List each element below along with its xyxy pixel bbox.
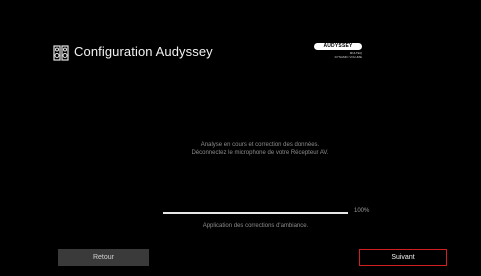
status-message: Analyse en cours et correction des donné… — [100, 141, 420, 157]
progress-fill — [163, 212, 348, 214]
next-button[interactable]: Suivant — [359, 249, 447, 266]
back-button[interactable]: Retour — [58, 249, 149, 266]
audyssey-badge: AUDYSSEY — [314, 43, 362, 50]
progress-bar — [163, 212, 348, 214]
page-title: Configuration Audyssey — [74, 44, 213, 59]
progress-percent: 100% — [354, 208, 370, 214]
speaker-pair-icon — [53, 45, 69, 61]
status-message-line-1: Analyse en cours et correction des donné… — [200, 142, 320, 148]
logo-subtitle-2: DYNAMIC VOLUME — [334, 55, 362, 59]
progress-caption: Application des corrections d'ambiance. — [202, 223, 309, 229]
setup-screen: Configuration Audyssey AUDYSSEY MULTEQ D… — [0, 0, 481, 276]
status-message-line-2: Déconnectez le microphone de votre Récep… — [191, 150, 329, 156]
audyssey-logo: AUDYSSEY MULTEQ DYNAMIC VOLUME — [314, 43, 366, 60]
